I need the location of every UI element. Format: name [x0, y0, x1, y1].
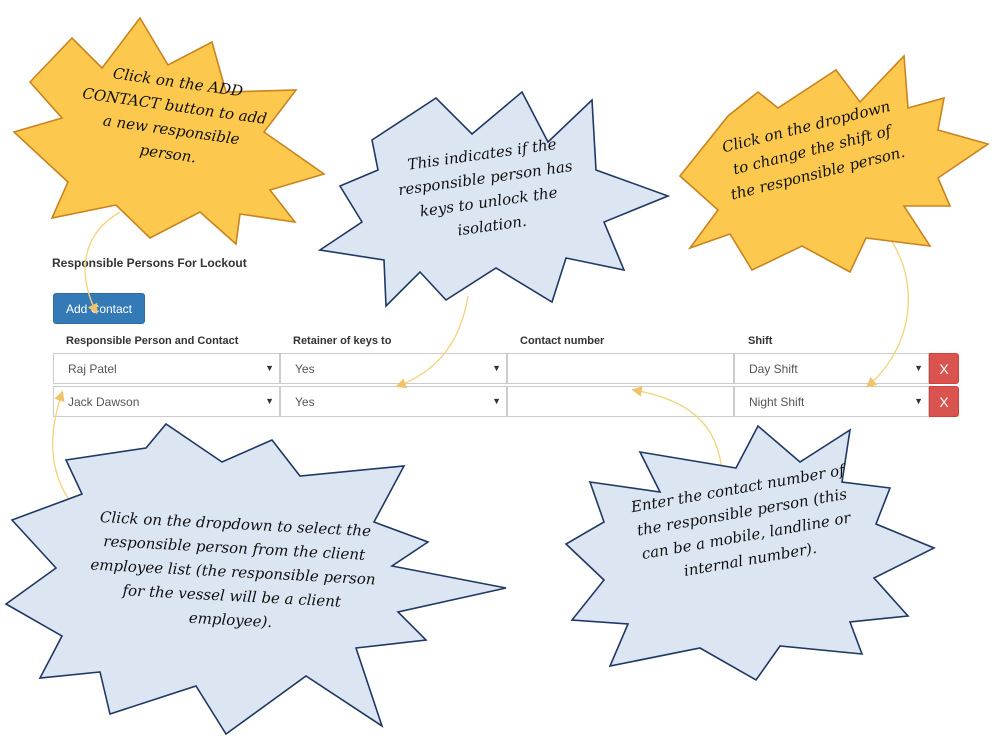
column-header-contact: Contact number — [520, 335, 605, 347]
caret-down-icon: ▼ — [265, 396, 274, 406]
callout-person-text: Click on the dropdown to select the resp… — [90, 507, 376, 632]
keys-select[interactable]: Yes ▼ — [280, 353, 507, 384]
caret-down-icon: ▼ — [265, 363, 274, 373]
contact-number-input[interactable] — [507, 386, 734, 417]
callout-keys-text: This indicates if the responsible person… — [397, 134, 574, 240]
shift-value: Day Shift — [749, 361, 798, 376]
delete-row-button[interactable]: X — [929, 353, 959, 384]
caret-down-icon: ▼ — [492, 396, 501, 406]
column-header-shift: Shift — [748, 335, 773, 347]
shift-value: Night Shift — [749, 394, 805, 409]
caret-down-icon: ▼ — [914, 396, 923, 406]
callout-contact-text: Enter the contact number of the responsi… — [629, 460, 852, 580]
keys-select[interactable]: Yes ▼ — [280, 386, 507, 417]
person-select[interactable]: Jack Dawson ▼ — [53, 386, 280, 417]
caret-down-icon: ▼ — [914, 363, 923, 373]
caret-down-icon: ▼ — [492, 363, 501, 373]
callout-shift-text: Click on the dropdown to change the shif… — [720, 97, 907, 204]
person-value: Raj Patel — [68, 361, 117, 376]
shift-select[interactable]: Night Shift ▼ — [734, 386, 929, 417]
person-select[interactable]: Raj Patel ▼ — [53, 353, 280, 384]
person-value: Jack Dawson — [68, 394, 140, 409]
section-title: Responsible Persons For Lockout — [52, 256, 247, 270]
keys-value: Yes — [295, 394, 315, 409]
delete-row-button[interactable]: X — [929, 386, 959, 417]
callout-add-contact-text: Click on the ADD CONTACT button to add a… — [81, 64, 268, 167]
column-header-person: Responsible Person and Contact — [66, 335, 239, 347]
column-header-keys: Retainer of keys to — [293, 335, 392, 347]
keys-value: Yes — [295, 361, 315, 376]
contact-number-input[interactable] — [507, 353, 734, 384]
add-contact-button[interactable]: Add Contact — [53, 293, 145, 324]
shift-select[interactable]: Day Shift ▼ — [734, 353, 929, 384]
